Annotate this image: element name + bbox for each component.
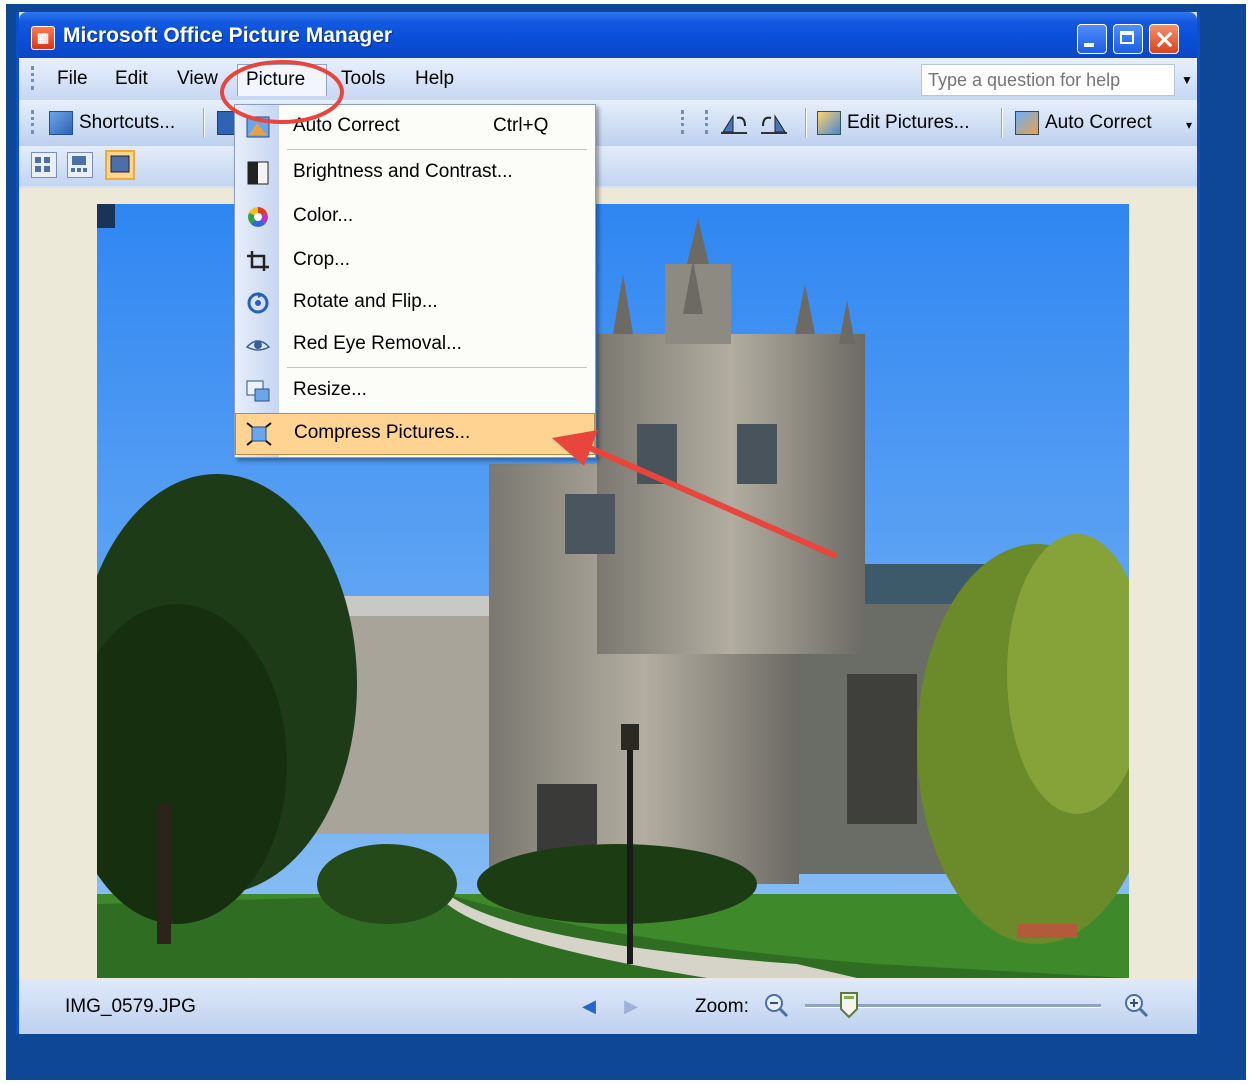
filmstrip-view-icon	[71, 156, 87, 172]
rotate-right-button[interactable]	[759, 108, 789, 138]
toolbar-overflow-grip[interactable]	[681, 110, 687, 134]
edit-pictures-icon	[817, 111, 841, 135]
menu-help[interactable]: Help	[407, 66, 462, 92]
view-toolbar	[19, 146, 1197, 186]
picture-manager-window: ▦ Microsoft Office Picture Manager File …	[16, 12, 1200, 1034]
edit-pictures-button[interactable]: Edit Pictures...	[817, 108, 970, 138]
menu-red-eye-label: Red Eye Removal...	[293, 333, 462, 354]
menu-auto-correct-label: Auto Correct	[293, 115, 400, 136]
menu-separator	[287, 149, 587, 150]
brightness-icon	[247, 161, 269, 185]
toolbar-grip-2[interactable]	[705, 110, 711, 134]
close-button[interactable]	[1149, 24, 1179, 54]
auto-correct-toolbar-button[interactable]: Auto Correct	[1015, 108, 1152, 138]
help-question-box[interactable]	[921, 64, 1175, 96]
zoom-out-icon[interactable]	[763, 992, 789, 1018]
crop-icon	[247, 251, 269, 271]
menu-auto-correct[interactable]: Auto Correct Ctrl+Q	[235, 107, 595, 147]
menu-crop-label: Crop...	[293, 249, 351, 270]
resize-icon	[246, 380, 270, 402]
toolbar-options-arrow-icon[interactable]: ▾	[1179, 114, 1199, 136]
menu-compress-pictures[interactable]: Compress Pictures...	[235, 413, 595, 455]
menu-crop[interactable]: Crop...	[235, 241, 595, 281]
next-picture-icon[interactable]: ▶	[619, 994, 643, 1018]
maximize-button[interactable]	[1113, 24, 1143, 54]
shortcuts-button[interactable]: Shortcuts...	[49, 108, 175, 138]
help-dropdown-arrow-icon[interactable]: ▼	[1177, 64, 1197, 96]
filmstrip-view-button[interactable]	[67, 152, 93, 178]
zoom-slider-thumb[interactable]	[839, 991, 859, 1019]
menu-red-eye-removal[interactable]: Red Eye Removal...	[235, 325, 595, 365]
zoom-label: Zoom:	[695, 996, 749, 1017]
auto-correct-icon	[1015, 111, 1039, 135]
shortcuts-label: Shortcuts...	[79, 112, 176, 133]
thumbnail-view-button[interactable]	[31, 152, 57, 178]
menu-separator-2	[287, 367, 587, 368]
menu-color[interactable]: Color...	[235, 197, 595, 237]
menu-brightness-label: Brightness and Contrast...	[293, 161, 513, 182]
single-picture-view-button[interactable]	[105, 150, 135, 180]
menu-bar: File Edit View Picture Tools Help ▼	[19, 58, 1197, 100]
compress-icon	[246, 422, 272, 446]
menu-picture[interactable]: Picture	[237, 64, 327, 96]
auto-correct-label: Auto Correct	[1045, 112, 1152, 133]
current-filename: IMG_0579.JPG	[65, 996, 196, 1017]
rotate-right-icon	[761, 114, 787, 134]
status-bar: IMG_0579.JPG ◀ ▶ Zoom:	[19, 980, 1197, 1034]
menu-edit[interactable]: Edit	[107, 66, 156, 92]
menu-tools[interactable]: Tools	[333, 66, 393, 92]
rotate-left-icon	[721, 114, 747, 134]
shortcuts-icon	[49, 111, 73, 135]
picture-manager-app-icon: ▦	[31, 26, 55, 50]
title-bar[interactable]: ▦ Microsoft Office Picture Manager	[19, 12, 1197, 58]
help-search-input[interactable]	[922, 65, 1170, 95]
picture-preview-area	[19, 188, 1197, 980]
menu-brightness-contrast[interactable]: Brightness and Contrast...	[235, 153, 595, 193]
toolbar-separator	[203, 108, 204, 138]
toolbar-separator-3	[1001, 108, 1002, 138]
single-picture-view-icon	[110, 155, 130, 173]
edit-pictures-label: Edit Pictures...	[847, 112, 970, 133]
menu-rotate-flip[interactable]: Rotate and Flip...	[235, 283, 595, 323]
menu-rotate-label: Rotate and Flip...	[293, 291, 438, 312]
thumbnail-view-icon	[35, 157, 50, 172]
menu-color-label: Color...	[293, 205, 354, 226]
rotate-icon	[247, 292, 269, 314]
menu-file[interactable]: File	[49, 66, 96, 92]
standard-toolbar: Shortcuts... Edit Pictures... Auto Corre…	[19, 100, 1197, 146]
toolbar-separator-2	[805, 108, 806, 138]
previous-picture-icon[interactable]: ◀	[577, 994, 601, 1018]
picture-menu-dropdown: Auto Correct Ctrl+Q Brightness and Contr…	[234, 104, 596, 458]
toolbar-grip[interactable]	[31, 110, 37, 134]
eye-icon	[245, 340, 271, 351]
menu-auto-correct-shortcut: Ctrl+Q	[493, 115, 549, 136]
window-title: Microsoft Office Picture Manager	[63, 24, 393, 47]
minimize-button[interactable]	[1077, 24, 1107, 54]
color-wheel-icon	[248, 207, 268, 227]
menu-resize-label: Resize...	[293, 379, 367, 400]
menu-view[interactable]: View	[169, 66, 226, 92]
menu-compress-label: Compress Pictures...	[294, 422, 471, 443]
auto-correct-icon	[246, 116, 270, 138]
menu-resize[interactable]: Resize...	[235, 371, 595, 411]
rotate-left-button[interactable]	[719, 108, 749, 138]
zoom-in-icon[interactable]	[1123, 992, 1149, 1018]
menubar-grip[interactable]	[31, 66, 37, 90]
